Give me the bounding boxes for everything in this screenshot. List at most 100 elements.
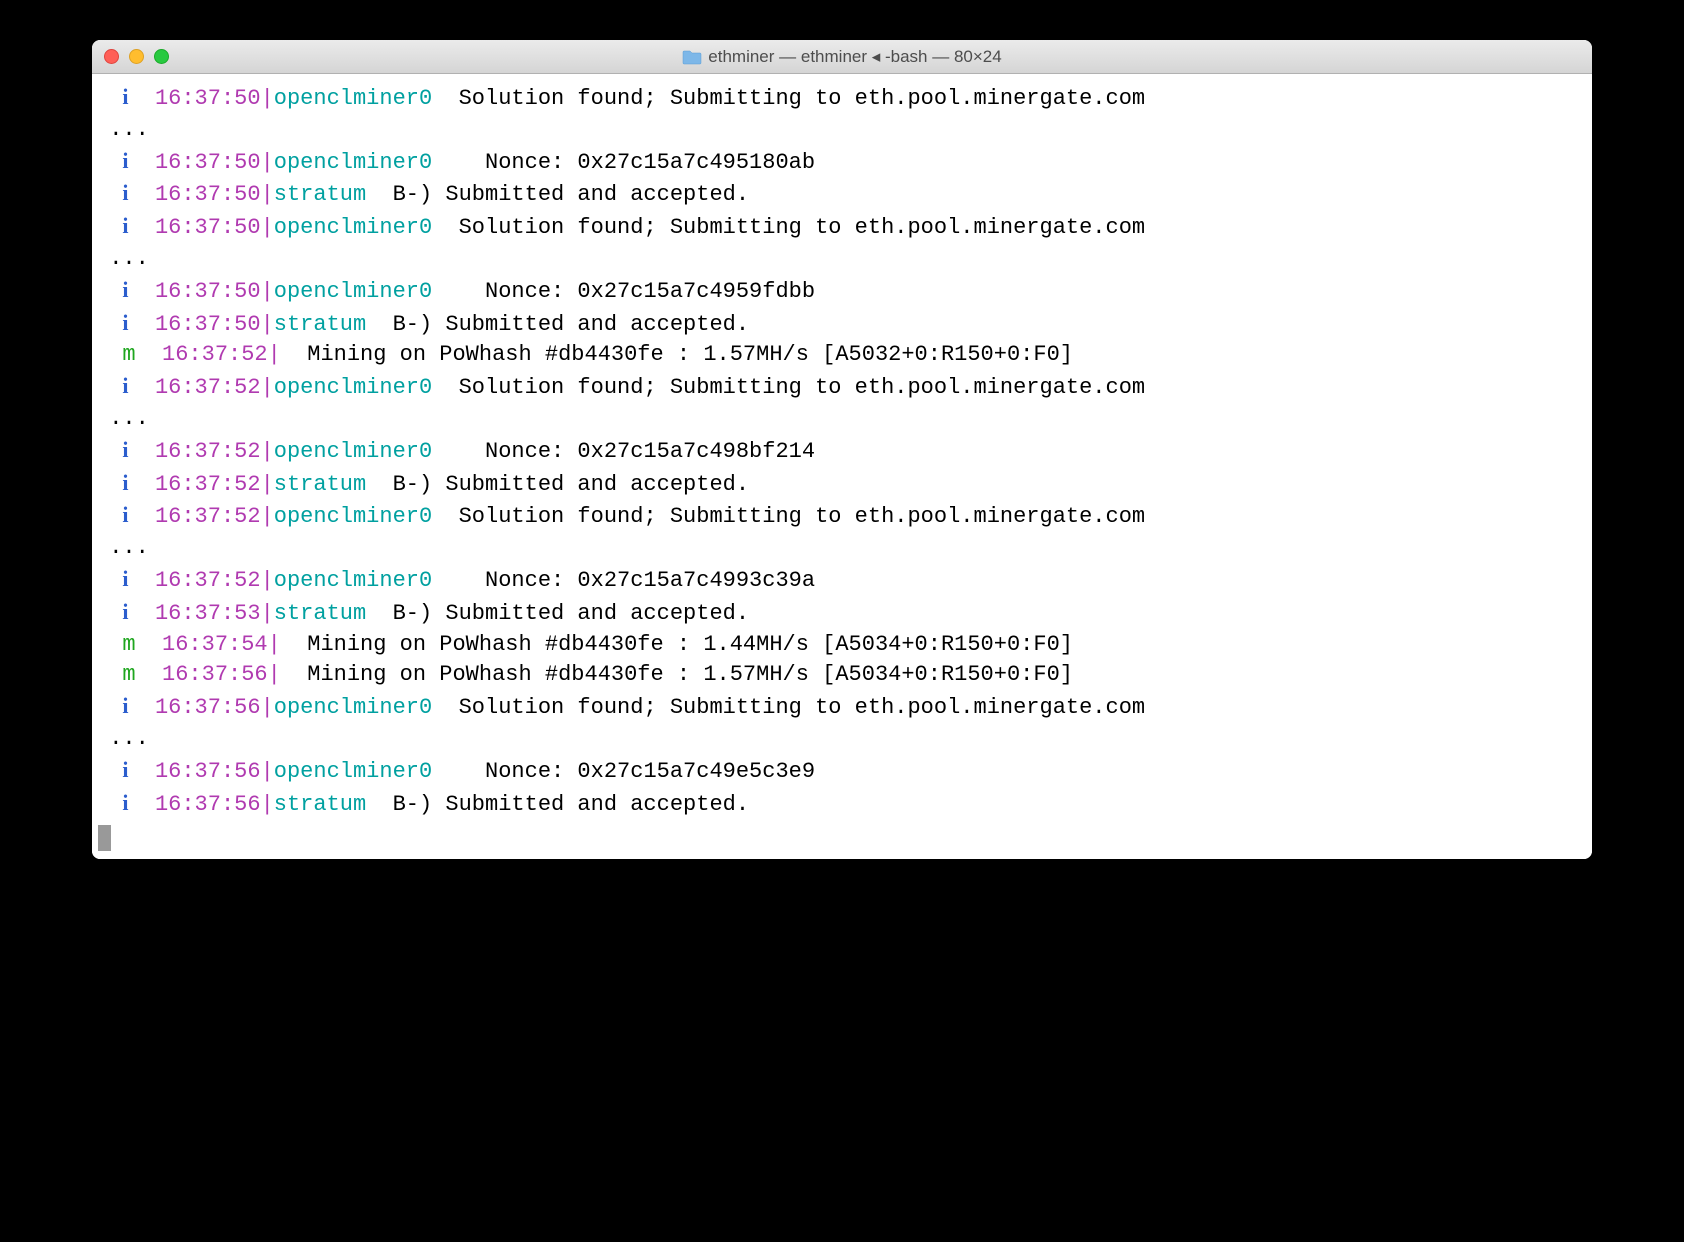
timestamp: 16:37:53 xyxy=(155,601,261,626)
prompt-line[interactable] xyxy=(96,820,1588,851)
timestamp: 16:37:52 xyxy=(162,342,268,367)
log-message: Mining on PoWhash #db4430fe : 1.57MH/s [… xyxy=(281,342,1073,367)
log-source: openclminer0 xyxy=(274,279,432,304)
log-line: ... xyxy=(96,244,1588,275)
timestamp: 16:37:56 xyxy=(162,662,268,687)
log-message: B-) Submitted and accepted. xyxy=(366,472,749,497)
separator-pipe: | xyxy=(261,150,274,175)
log-line: m 16:37:56| Mining on PoWhash #db4430fe … xyxy=(96,660,1588,691)
separator-pipe: | xyxy=(261,601,274,626)
log-line: i 16:37:52|openclminer0 Solution found; … xyxy=(96,500,1588,533)
log-source: openclminer0 xyxy=(274,695,432,720)
traffic-lights xyxy=(92,49,169,64)
separator-pipe: | xyxy=(261,568,274,593)
log-line: i 16:37:50|openclminer0 Solution found; … xyxy=(96,211,1588,244)
log-message: Mining on PoWhash #db4430fe : 1.57MH/s [… xyxy=(281,662,1073,687)
folder-icon xyxy=(682,49,702,65)
timestamp: 16:37:52 xyxy=(155,504,261,529)
separator-pipe: | xyxy=(261,215,274,240)
log-source: openclminer0 xyxy=(274,759,432,784)
log-line: i 16:37:50|stratum B-) Submitted and acc… xyxy=(96,308,1588,341)
log-message: B-) Submitted and accepted. xyxy=(366,182,749,207)
separator-pipe: | xyxy=(261,472,274,497)
log-line: m 16:37:52| Mining on PoWhash #db4430fe … xyxy=(96,340,1588,371)
timestamp: 16:37:56 xyxy=(155,792,261,817)
close-button[interactable] xyxy=(104,49,119,64)
log-message: Mining on PoWhash #db4430fe : 1.44MH/s [… xyxy=(281,632,1073,657)
log-source: openclminer0 xyxy=(274,568,432,593)
window-title-text: ethminer — ethminer ◂ -bash — 80×24 xyxy=(708,47,1001,67)
log-line: i 16:37:56|openclminer0 Nonce: 0x27c15a7… xyxy=(96,755,1588,788)
maximize-button[interactable] xyxy=(154,49,169,64)
log-source: stratum xyxy=(274,182,366,207)
timestamp: 16:37:52 xyxy=(155,568,261,593)
log-line: i 16:37:50|openclminer0 Nonce: 0x27c15a7… xyxy=(96,146,1588,179)
separator-pipe: | xyxy=(261,439,274,464)
timestamp: 16:37:56 xyxy=(155,695,261,720)
ellipsis-text: ... xyxy=(96,726,149,751)
separator-pipe: | xyxy=(268,342,281,367)
log-message: Solution found; Submitting to eth.pool.m… xyxy=(432,375,1145,400)
log-message: Solution found; Submitting to eth.pool.m… xyxy=(432,695,1145,720)
log-message: Nonce: 0x27c15a7c4993c39a xyxy=(432,568,815,593)
log-source: openclminer0 xyxy=(274,150,432,175)
timestamp: 16:37:52 xyxy=(155,375,261,400)
log-message: B-) Submitted and accepted. xyxy=(366,601,749,626)
separator-pipe: | xyxy=(261,759,274,784)
log-source: openclminer0 xyxy=(274,215,432,240)
log-line: ... xyxy=(96,724,1588,755)
separator-pipe: | xyxy=(261,279,274,304)
log-source: openclminer0 xyxy=(274,375,432,400)
log-line: i 16:37:50|stratum B-) Submitted and acc… xyxy=(96,178,1588,211)
log-message: Nonce: 0x27c15a7c498bf214 xyxy=(432,439,815,464)
log-source: openclminer0 xyxy=(274,439,432,464)
mining-level-icon: m xyxy=(122,662,135,687)
log-line: i 16:37:52|openclminer0 Solution found; … xyxy=(96,371,1588,404)
log-source: stratum xyxy=(274,792,366,817)
timestamp: 16:37:50 xyxy=(155,150,261,175)
log-line: i 16:37:53|stratum B-) Submitted and acc… xyxy=(96,597,1588,630)
timestamp: 16:37:50 xyxy=(155,182,261,207)
timestamp: 16:37:52 xyxy=(155,472,261,497)
log-line: i 16:37:56|openclminer0 Solution found; … xyxy=(96,691,1588,724)
log-line: i 16:37:50|openclminer0 Nonce: 0x27c15a7… xyxy=(96,275,1588,308)
minimize-button[interactable] xyxy=(129,49,144,64)
terminal-window: ethminer — ethminer ◂ -bash — 80×24 i 16… xyxy=(92,40,1592,859)
separator-pipe: | xyxy=(261,182,274,207)
ellipsis-text: ... xyxy=(96,246,149,271)
ellipsis-text: ... xyxy=(96,535,149,560)
separator-pipe: | xyxy=(261,504,274,529)
log-message: Nonce: 0x27c15a7c495180ab xyxy=(432,150,815,175)
log-message: Nonce: 0x27c15a7c4959fdbb xyxy=(432,279,815,304)
log-line: i 16:37:52|openclminer0 Nonce: 0x27c15a7… xyxy=(96,435,1588,468)
log-line: ... xyxy=(96,404,1588,435)
log-message: B-) Submitted and accepted. xyxy=(366,792,749,817)
timestamp: 16:37:50 xyxy=(155,312,261,337)
timestamp: 16:37:50 xyxy=(155,279,261,304)
log-source: stratum xyxy=(274,601,366,626)
separator-pipe: | xyxy=(261,86,274,111)
timestamp: 16:37:52 xyxy=(155,439,261,464)
separator-pipe: | xyxy=(261,695,274,720)
log-line: i 16:37:52|openclminer0 Nonce: 0x27c15a7… xyxy=(96,564,1588,597)
separator-pipe: | xyxy=(268,632,281,657)
log-line: m 16:37:54| Mining on PoWhash #db4430fe … xyxy=(96,630,1588,661)
log-message: B-) Submitted and accepted. xyxy=(366,312,749,337)
log-line: i 16:37:50|openclminer0 Solution found; … xyxy=(96,82,1588,115)
separator-pipe: | xyxy=(261,792,274,817)
log-source: stratum xyxy=(274,312,366,337)
log-source: openclminer0 xyxy=(274,504,432,529)
timestamp: 16:37:50 xyxy=(155,215,261,240)
terminal-output[interactable]: i 16:37:50|openclminer0 Solution found; … xyxy=(92,74,1592,859)
ellipsis-text: ... xyxy=(96,117,149,142)
log-line: i 16:37:52|stratum B-) Submitted and acc… xyxy=(96,468,1588,501)
cursor xyxy=(98,825,111,851)
log-line: ... xyxy=(96,115,1588,146)
log-source: openclminer0 xyxy=(274,86,432,111)
mining-level-icon: m xyxy=(122,342,135,367)
timestamp: 16:37:54 xyxy=(162,632,268,657)
log-message: Nonce: 0x27c15a7c49e5c3e9 xyxy=(432,759,815,784)
window-titlebar[interactable]: ethminer — ethminer ◂ -bash — 80×24 xyxy=(92,40,1592,74)
separator-pipe: | xyxy=(261,375,274,400)
window-title: ethminer — ethminer ◂ -bash — 80×24 xyxy=(92,47,1592,67)
